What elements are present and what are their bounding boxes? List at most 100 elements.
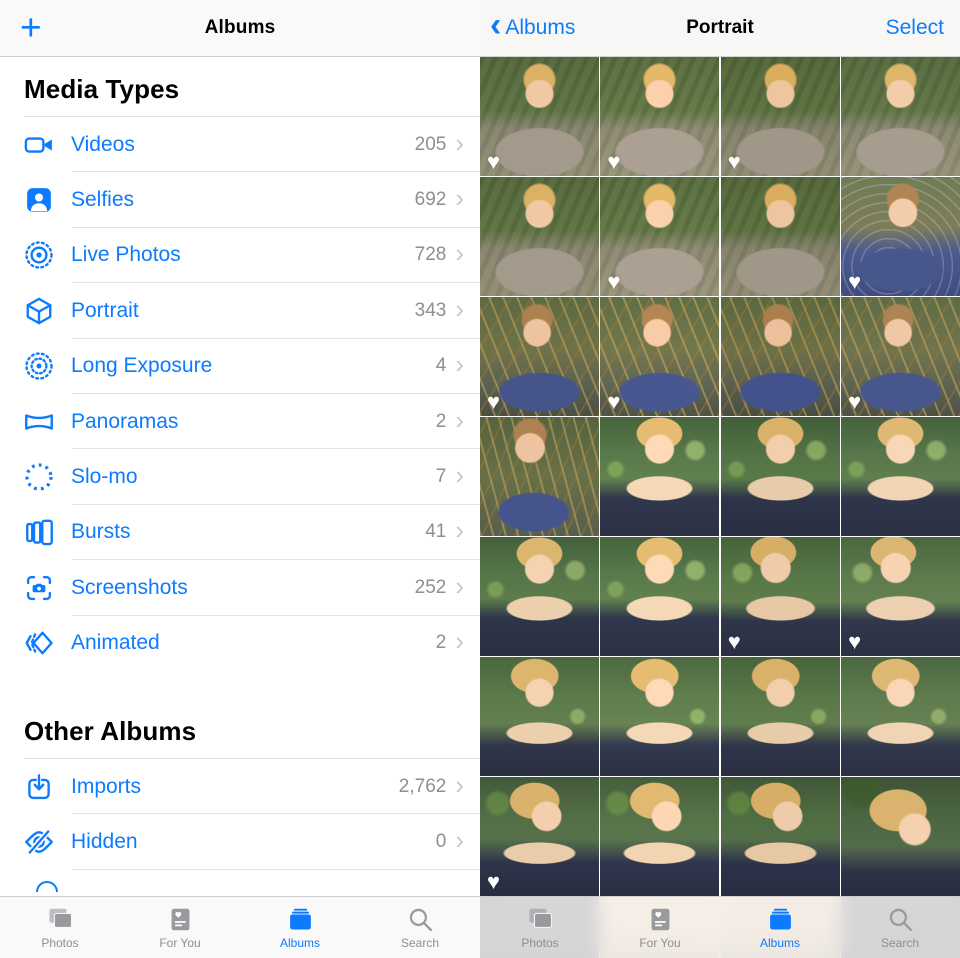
- albums-tab-icon: [286, 906, 315, 933]
- chevron-right-icon: ›: [455, 296, 464, 322]
- photo-tile-woman-profile-far[interactable]: [841, 777, 960, 896]
- slo-mo-icon: [22, 462, 56, 492]
- section-heading-other-albums: Other Albums: [0, 699, 480, 758]
- photo-tile-woman-front-turn[interactable]: ♥: [841, 537, 960, 656]
- tab-for-you[interactable]: For You: [120, 897, 240, 958]
- chevron-right-icon: ›: [455, 130, 464, 156]
- tab-albums[interactable]: Albums: [720, 897, 840, 958]
- album-row-animated[interactable]: Animated2›: [0, 616, 480, 671]
- right-tab-bar: PhotosFor You Albums Search: [480, 896, 960, 958]
- chevron-right-icon: ›: [455, 351, 464, 377]
- photo-tile-toddler-vest[interactable]: [841, 57, 960, 176]
- photo-tile-woman-front[interactable]: [841, 417, 960, 536]
- photo-tile-toddler-branches[interactable]: [480, 417, 599, 536]
- albums-list: Media TypesVideos205›Selfies692› Live Pho…: [0, 57, 480, 958]
- tab-label: Photos: [41, 936, 78, 950]
- photo-tile-toddler-floral[interactable]: ♥: [480, 297, 599, 416]
- tab-label: Albums: [760, 936, 800, 950]
- favorite-heart-icon: ♥: [487, 391, 500, 413]
- left-tab-bar: Photos For YouAlbumsSearch: [0, 896, 480, 958]
- live-photos-icon: [22, 240, 56, 270]
- select-button[interactable]: Select: [886, 16, 944, 40]
- tab-search[interactable]: Search: [840, 897, 960, 958]
- album-row-live-photos[interactable]: Live Photos728›: [0, 228, 480, 283]
- album-row-hidden[interactable]: Hidden0›: [0, 814, 480, 869]
- photo-tile-toddler-vest[interactable]: ♥: [600, 57, 719, 176]
- album-label: Slo-mo: [71, 465, 138, 489]
- back-to-albums-button[interactable]: ‹ Albums: [490, 14, 575, 42]
- bursts-icon: [22, 517, 56, 547]
- photo-tile-woman-front-turn[interactable]: ♥: [721, 537, 840, 656]
- album-label: Live Photos: [71, 243, 181, 267]
- photo-tile-toddler-vest[interactable]: [721, 177, 840, 296]
- photo-tile-toddler-floral[interactable]: ♥: [600, 297, 719, 416]
- photo-tile-woman-profile[interactable]: ♥: [480, 777, 599, 896]
- album-row-imports[interactable]: Imports2,762›: [0, 759, 480, 814]
- tab-photos[interactable]: Photos: [480, 897, 600, 958]
- search-tab-icon: [886, 906, 915, 933]
- album-label: Long Exposure: [71, 354, 212, 378]
- photo-tile-woman-profile[interactable]: [721, 777, 840, 896]
- photo-tile-woman-gaze[interactable]: [600, 657, 719, 776]
- photo-tile-woman-gaze[interactable]: [721, 657, 840, 776]
- chevron-right-icon: ›: [455, 827, 464, 853]
- chevron-right-icon: ›: [455, 517, 464, 543]
- favorite-heart-icon: ♥: [607, 271, 620, 293]
- album-count: 2: [436, 411, 447, 433]
- album-row-bursts[interactable]: Bursts41›: [0, 505, 480, 560]
- album-row-long-exposure[interactable]: Long Exposure 4 ›: [0, 339, 480, 394]
- portrait-icon: [22, 296, 56, 326]
- favorite-heart-icon: ♥: [848, 271, 861, 293]
- album-label: Animated: [71, 631, 160, 655]
- imports-icon: [22, 772, 56, 802]
- album-count: 252: [415, 577, 447, 599]
- album-count: 728: [415, 244, 447, 266]
- add-album-button[interactable]: +: [20, 4, 42, 52]
- favorite-heart-icon: ♥: [728, 631, 741, 653]
- album-row-selfies[interactable]: Selfies692›: [0, 172, 480, 227]
- chevron-right-icon: ›: [455, 462, 464, 488]
- photo-tile-woman-front[interactable]: [480, 537, 599, 656]
- section-heading-media-types: Media Types: [0, 57, 480, 116]
- photo-tile-woman-gaze[interactable]: [480, 657, 599, 776]
- album-row-panoramas[interactable]: Panoramas2›: [0, 394, 480, 449]
- selfies-icon: [22, 185, 56, 215]
- photo-tile-toddler-floral-smile[interactable]: ♥: [841, 177, 960, 296]
- photo-tile-woman-profile[interactable]: [600, 777, 719, 896]
- photo-tile-woman-front[interactable]: [600, 417, 719, 536]
- photo-tile-toddler-vest[interactable]: ♥: [721, 57, 840, 176]
- album-row-videos[interactable]: Videos205›: [0, 117, 480, 172]
- album-label: Hidden: [71, 830, 138, 854]
- tab-albums[interactable]: Albums: [240, 897, 360, 958]
- photo-tile-woman-gaze[interactable]: [841, 657, 960, 776]
- tab-for-you[interactable]: For You: [600, 897, 720, 958]
- albums-header: + Albums: [0, 0, 480, 57]
- photo-tile-toddler-floral[interactable]: [721, 297, 840, 416]
- favorite-heart-icon: ♥: [607, 391, 620, 413]
- photo-tile-woman-front[interactable]: [721, 417, 840, 536]
- photo-tile-toddler-vest[interactable]: ♥: [600, 177, 719, 296]
- album-label: Screenshots: [71, 576, 188, 600]
- album-label: Portrait: [71, 299, 139, 323]
- hidden-icon: [22, 827, 56, 857]
- album-row-portrait[interactable]: Portrait343›: [0, 283, 480, 338]
- tab-search[interactable]: Search: [360, 897, 480, 958]
- photo-tile-toddler-vest[interactable]: ♥: [480, 57, 599, 176]
- album-row-screenshots[interactable]: Screenshots252›: [0, 560, 480, 615]
- favorite-heart-icon: ♥: [848, 391, 861, 413]
- photo-tile-toddler-floral[interactable]: ♥: [841, 297, 960, 416]
- chevron-left-icon: ‹: [490, 8, 501, 42]
- album-label: Panoramas: [71, 410, 178, 434]
- tab-photos[interactable]: Photos: [0, 897, 120, 958]
- album-count: 4: [436, 355, 447, 377]
- albums-tab-icon: [766, 906, 795, 933]
- album-row-partial: [0, 870, 480, 892]
- favorite-heart-icon: ♥: [487, 871, 500, 893]
- album-row-slo-mo[interactable]: Slo-mo7›: [0, 449, 480, 504]
- photo-tile-toddler-vest[interactable]: [480, 177, 599, 296]
- favorite-heart-icon: ♥: [728, 151, 741, 173]
- favorite-heart-icon: ♥: [848, 631, 861, 653]
- album-count: 2,762: [399, 776, 447, 798]
- photo-tile-woman-front[interactable]: [600, 537, 719, 656]
- for-you-tab-icon: [646, 906, 675, 933]
